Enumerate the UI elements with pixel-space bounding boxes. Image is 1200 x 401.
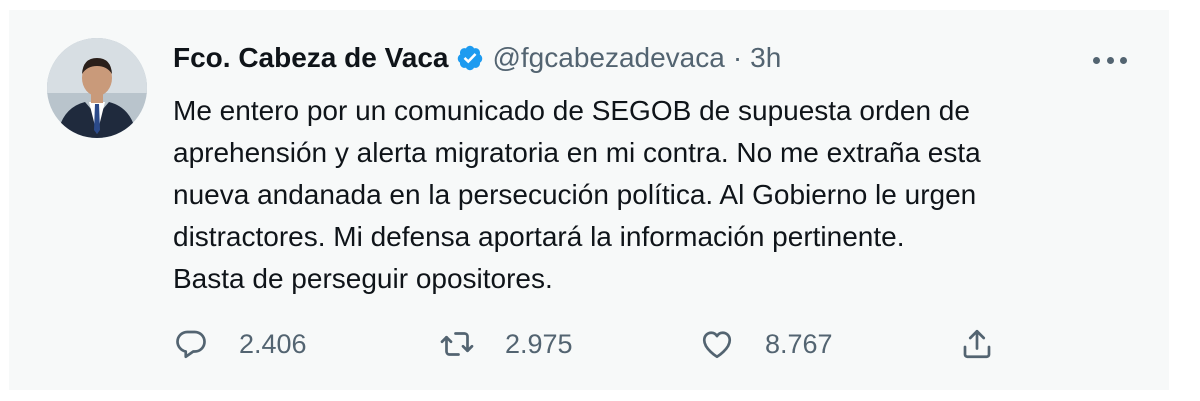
retweet-icon: [439, 326, 475, 362]
author-name[interactable]: Fco. Cabeza de Vaca: [173, 40, 448, 76]
heart-icon: [699, 326, 735, 362]
tweet-header: Fco. Cabeza de Vaca @fgcabezadevaca · 3h: [173, 40, 781, 76]
tweet-text: Me entero por un comunicado de SEGOB de …: [173, 95, 981, 294]
reply-count: 2.406: [239, 328, 307, 359]
tweet-card[interactable]: Fco. Cabeza de Vaca @fgcabezadevaca · 3h…: [9, 10, 1169, 390]
reply-button[interactable]: 2.406: [173, 326, 307, 362]
avatar-photo: [47, 38, 147, 138]
share-button[interactable]: [959, 326, 995, 362]
like-button[interactable]: 8.767: [699, 326, 833, 362]
tweet-timestamp[interactable]: 3h: [750, 40, 781, 76]
separator-dot: ·: [732, 42, 743, 73]
dot-3: [1120, 56, 1127, 64]
more-options-icon[interactable]: [1093, 50, 1127, 70]
author-handle[interactable]: @fgcabezadevaca: [492, 40, 724, 76]
retweet-button[interactable]: 2.975: [439, 326, 573, 362]
retweet-count: 2.975: [505, 328, 573, 359]
reply-icon: [173, 326, 209, 362]
like-count: 8.767: [765, 328, 833, 359]
verified-badge-icon: [456, 44, 484, 72]
dot-1: [1093, 56, 1100, 64]
avatar[interactable]: [47, 38, 147, 138]
share-icon: [959, 326, 995, 362]
dot-2: [1106, 56, 1114, 64]
tweet-actions: 2.406 2.975 8.767: [173, 326, 1013, 366]
